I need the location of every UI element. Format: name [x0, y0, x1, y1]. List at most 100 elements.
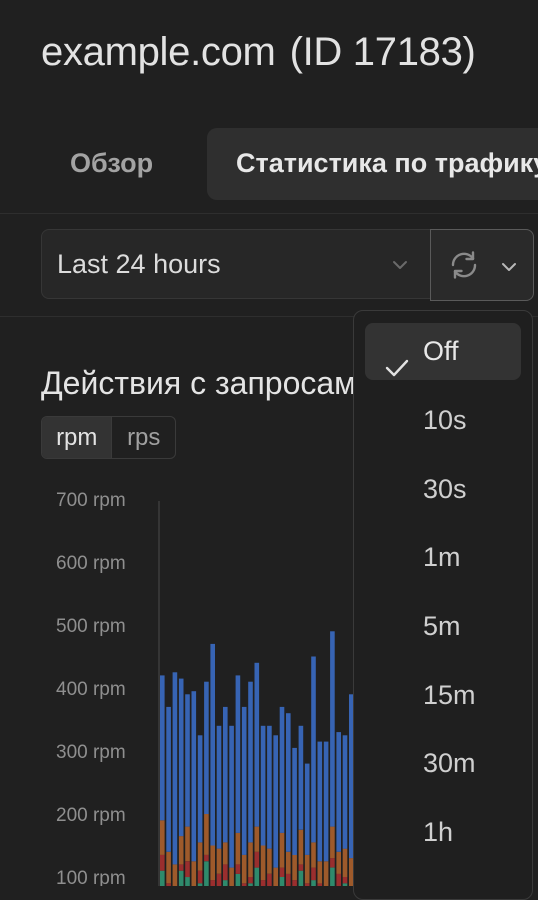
bar-segment: [286, 713, 291, 852]
bar-segment: [336, 873, 341, 886]
tab-overview[interactable]: Обзор: [70, 128, 153, 200]
bar-segment: [279, 867, 285, 877]
refresh-option-label: Off: [423, 336, 459, 366]
bar-segment: [248, 681, 253, 843]
tab-bar: Обзор Статистика по трафику: [0, 128, 538, 200]
bar-segment: [336, 732, 341, 852]
bar-segment: [248, 877, 253, 884]
bar-segment: [235, 675, 241, 833]
refresh-option-30m[interactable]: 30m: [365, 735, 521, 792]
bar-segment: [204, 681, 209, 814]
chevron-down-icon: [501, 259, 517, 277]
bar-segment: [342, 877, 348, 884]
bar-segment: [166, 851, 171, 884]
bar-segment: [304, 854, 310, 884]
bar-segment: [210, 880, 215, 886]
time-range-value: Last 24 hours: [57, 249, 221, 279]
bar-segment: [298, 725, 304, 830]
bar-segment: [323, 861, 329, 886]
bar-segment: [178, 864, 184, 871]
bar-segment: [216, 873, 222, 886]
bar-segment: [279, 832, 285, 868]
bar-segment: [298, 864, 304, 871]
bar-segment: [191, 861, 197, 886]
bar-segment: [178, 836, 184, 865]
bar-segment: [178, 870, 184, 886]
bar-segment: [311, 842, 316, 868]
bar-segment: [223, 880, 228, 886]
bar-segment: [260, 845, 266, 881]
bar-segment: [342, 735, 348, 849]
bar-segment: [210, 845, 215, 881]
bar-segment: [216, 848, 222, 874]
bar-segment: [197, 842, 203, 871]
refresh-option-30s[interactable]: 30s: [365, 461, 521, 518]
bar-segment: [304, 763, 310, 855]
domain-id: (ID 17183): [289, 30, 476, 74]
bar-segment: [204, 814, 209, 855]
chevron-down-icon: [392, 257, 408, 275]
time-range-select[interactable]: Last 24 hours: [41, 229, 431, 299]
bar-segment: [317, 741, 323, 862]
bar-segment: [330, 631, 335, 827]
check-icon: [385, 341, 409, 398]
refresh-interval-menu: Off 10s 30s 1m 5m 15m 30m 1h: [353, 310, 533, 900]
bar-segment: [197, 870, 203, 884]
bar-segment: [160, 820, 165, 855]
bar-segment: [267, 725, 272, 849]
refresh-option-off[interactable]: Off: [365, 323, 521, 380]
bar-segment: [330, 826, 335, 859]
section-title: Действия с запросами: [41, 365, 375, 401]
domain-name: example.com: [41, 30, 276, 74]
bar-segment: [323, 741, 329, 862]
y-tick-label: 300 rpm: [56, 742, 126, 763]
y-tick-label: 200 rpm: [56, 805, 126, 826]
refresh-option-10s[interactable]: 10s: [365, 392, 521, 449]
refresh-option-1h[interactable]: 1h: [365, 804, 521, 861]
bar-segment: [311, 656, 316, 843]
refresh-option-5m[interactable]: 5m: [365, 598, 521, 655]
bar-segment: [254, 826, 260, 852]
bar-segment: [223, 706, 228, 843]
bar-segment: [235, 832, 241, 865]
bar-segment: [298, 829, 304, 865]
bar-segment: [185, 694, 190, 827]
bar-segment: [342, 848, 348, 877]
bar-segment: [267, 848, 272, 874]
bar-segment: [204, 861, 209, 886]
bar-segment: [336, 851, 341, 874]
tab-traffic-stats[interactable]: Статистика по трафику: [207, 128, 538, 200]
bar-segment: [273, 867, 278, 886]
bar-segment: [298, 870, 304, 886]
bar-segment: [166, 706, 171, 852]
bar-segment: [330, 867, 335, 886]
bar-segment: [160, 675, 165, 821]
bar-segment: [273, 735, 278, 868]
bar-segment: [235, 873, 241, 886]
bar-segment: [160, 854, 165, 871]
bar-segment: [292, 747, 297, 855]
bar-segment: [254, 662, 260, 827]
bar-segment: [216, 725, 222, 849]
y-tick-label: 700 rpm: [56, 490, 126, 511]
bar-segment: [229, 867, 234, 886]
unit-toggle: rpm rps: [41, 416, 176, 459]
unit-rps-option[interactable]: rps: [111, 417, 175, 458]
bar-segment: [311, 880, 316, 886]
refresh-option-15m[interactable]: 15m: [365, 667, 521, 724]
bar-segment: [229, 725, 234, 868]
bar-segment: [260, 725, 266, 846]
bar-segment: [223, 842, 228, 865]
y-tick-label: 100 rpm: [56, 868, 126, 886]
bar-segment: [204, 854, 209, 862]
refresh-option-1m[interactable]: 1m: [365, 529, 521, 586]
y-tick-label: 500 rpm: [56, 616, 126, 637]
bar-segment: [267, 873, 272, 886]
bar-segment: [185, 877, 190, 886]
unit-rpm-option[interactable]: rpm: [42, 417, 112, 458]
auto-refresh-button[interactable]: [430, 229, 534, 301]
bar-segment: [330, 858, 335, 868]
bar-segment: [210, 643, 215, 846]
bar-segment: [241, 706, 247, 855]
bar-segment: [235, 864, 241, 874]
